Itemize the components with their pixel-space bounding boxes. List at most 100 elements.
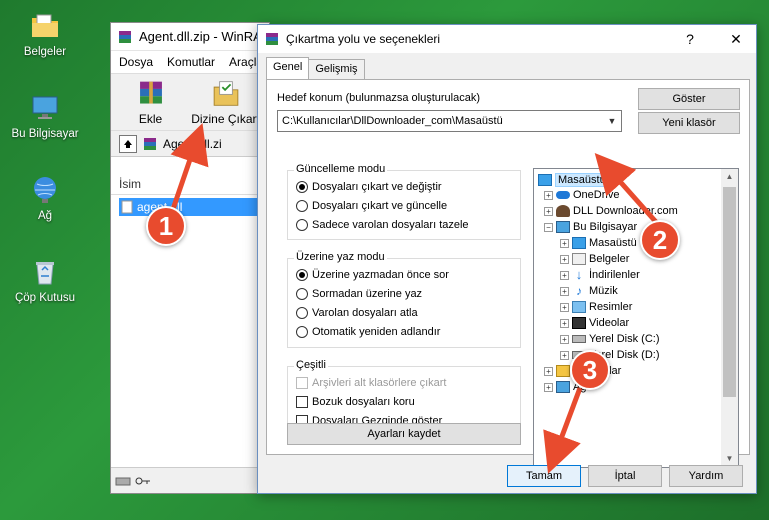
tree-item-indirilenler[interactable]: + ↓ İndirilenler [560,268,640,281]
tree-item-videolar[interactable]: + Videolar [560,317,629,329]
tree-item-belgeler[interactable]: + Belgeler [560,253,629,265]
desktop-icon-label: Çöp Kutusu [14,292,76,304]
folder-tree: Masaüstü + OneDrive + DLL Downloader.com… [533,168,739,468]
expand-icon[interactable]: + [560,350,569,360]
expand-icon[interactable]: + [560,254,569,264]
destination-path-combo[interactable]: C:\Kullanıcılar\DllDownloader_com\Masaüs… [277,110,622,132]
option-label: Sadece varolan dosyaları tazele [312,219,469,231]
radio-overwrite-without-prompt[interactable]: Sormadan üzerine yaz [296,288,422,300]
drive-icon [572,335,586,343]
extract-to-button[interactable]: Dizine Çıkart [190,78,261,126]
this-pc-icon [556,221,570,233]
destination-path-value: C:\Kullanıcılar\DllDownloader_com\Masaüs… [282,115,503,127]
add-archive-icon [139,81,162,104]
extract-label: Dizine Çıkart [191,112,260,126]
tree-label: İndirilenler [589,269,640,281]
radio-ask-before-overwrite[interactable]: Üzerine yazmadan önce sor [296,269,449,281]
tree-label: Yerel Disk (C:) [589,333,660,345]
scroll-thumb[interactable] [723,187,736,397]
winrar-app-icon [119,30,131,43]
tree-item-masaustu-root[interactable]: Masaüstü [538,173,609,187]
menu-dosya[interactable]: Dosya [119,55,153,69]
column-header-name[interactable]: İsim [111,173,269,195]
checkbox-keep-broken[interactable]: Bozuk dosyaları koru [296,396,415,408]
expand-icon[interactable]: + [544,190,553,200]
videos-icon [572,317,586,329]
close-button[interactable]: ✕ [716,31,756,48]
winrar-address-bar: Agent.dll.zi [111,131,269,157]
desktop-icon-bu-bilgisayar[interactable]: Bu Bilgisayar [0,92,90,140]
winrar-title: Agent.dll.zip - WinRA [139,29,262,44]
add-button[interactable]: Ekle [119,78,182,126]
expand-icon[interactable]: + [544,206,553,216]
pictures-icon [572,301,586,313]
dialog-titlebar[interactable]: Çıkartma yolu ve seçenekleri ? ✕ [258,25,756,53]
tree-item-dlldownloader[interactable]: + DLL Downloader.com [544,205,678,217]
winrar-toolbar: Ekle Dizine Çıkart [111,73,269,131]
scroll-up-icon[interactable]: ▲ [721,169,738,185]
desktop-icon-ag[interactable]: Ağ [0,174,90,222]
menu-komutlar[interactable]: Komutlar [167,55,215,69]
tab-gelismis[interactable]: Gelişmiş [308,59,365,81]
tree-item-muzik[interactable]: + ♪ Müzik [560,285,618,297]
tree-item-disk-c[interactable]: + Yerel Disk (C:) [560,333,660,345]
tree-item-masaustu[interactable]: + Masaüstü [560,237,637,249]
file-row[interactable]: agent.dll [119,198,259,216]
radio-auto-rename[interactable]: Otomatik yeniden adlandır [296,326,440,338]
help-title-button[interactable]: ? [670,31,710,47]
expand-icon[interactable]: + [560,270,569,280]
radio-freshen-existing[interactable]: Sadece varolan dosyaları tazele [296,219,469,231]
option-label: Sormadan üzerine yaz [312,288,423,300]
radio-indicator [296,200,308,212]
radio-extract-replace[interactable]: Dosyaları çıkart ve değiştir [296,181,442,193]
new-folder-button[interactable]: Yeni klasör [638,112,740,134]
radio-extract-update[interactable]: Dosyaları çıkart ve güncelle [296,200,447,212]
up-folder-button[interactable] [119,134,137,153]
step-badge-2: 2 [640,220,680,260]
help-button[interactable]: Yardım [669,465,743,487]
expand-icon[interactable]: + [560,286,569,296]
expand-icon[interactable]: + [544,382,553,392]
ok-button[interactable]: Tamam [507,465,581,487]
tree-item-bu-bilgisayar[interactable]: − Bu Bilgisayar [544,221,637,233]
onedrive-icon [556,191,570,199]
desktop-icon [572,237,586,249]
collapse-icon[interactable]: − [544,222,553,232]
extract-folder-icon [213,81,238,106]
overwrite-mode-title: Üzerine yaz modu [294,251,387,263]
winrar-titlebar[interactable]: Agent.dll.zip - WinRA [111,23,269,51]
up-arrow-icon [124,139,132,148]
expand-icon[interactable]: + [560,302,569,312]
music-icon: ♪ [576,284,582,298]
network-icon [34,177,56,203]
tab-genel[interactable]: Genel [266,57,310,79]
winrar-statusbar [111,467,269,493]
archive-path[interactable]: Agent.dll.zi [163,137,222,151]
winrar-window: Agent.dll.zip - WinRA Dosya Komutlar Ara… [110,22,270,494]
update-mode-group: Güncelleme modu Dosyaları çıkart ve deği… [287,163,521,240]
tree-item-onedrive[interactable]: + OneDrive [544,189,619,201]
checkbox-indicator [296,377,308,389]
cancel-button[interactable]: İptal [588,465,662,487]
tree-scrollbar[interactable]: ▲ ▼ [721,169,738,467]
expand-icon[interactable]: + [560,238,569,248]
save-settings-button[interactable]: Ayarları kaydet [287,423,521,445]
radio-indicator [296,181,308,193]
winrar-app-icon [266,33,278,45]
show-button[interactable]: Göster [638,88,740,110]
option-label: Üzerine yazmadan önce sor [312,269,449,281]
chevron-down-icon[interactable]: ▼ [603,111,621,131]
libraries-icon [556,365,570,377]
checkbox-extract-subfolders[interactable]: Arşivleri alt klasörlere çıkart [296,377,446,389]
add-label: Ekle [138,112,163,126]
radio-skip-existing[interactable]: Varolan dosyaları atla [296,307,418,319]
destination-label: Hedef konum (bulunmazsa oluşturulacak) [277,92,480,104]
desktop-icon-belgeler[interactable]: Belgeler [0,10,90,58]
expand-icon[interactable]: + [560,334,569,344]
desktop-icon-cop-kutusu[interactable]: Çöp Kutusu [0,256,90,304]
tree-item-resimler[interactable]: + Resimler [560,301,632,313]
dialog-title: Çıkartma yolu ve seçenekleri [286,32,441,46]
expand-icon[interactable]: + [560,318,569,328]
expand-icon[interactable]: + [544,366,553,376]
tree-label: Belgeler [589,253,630,265]
